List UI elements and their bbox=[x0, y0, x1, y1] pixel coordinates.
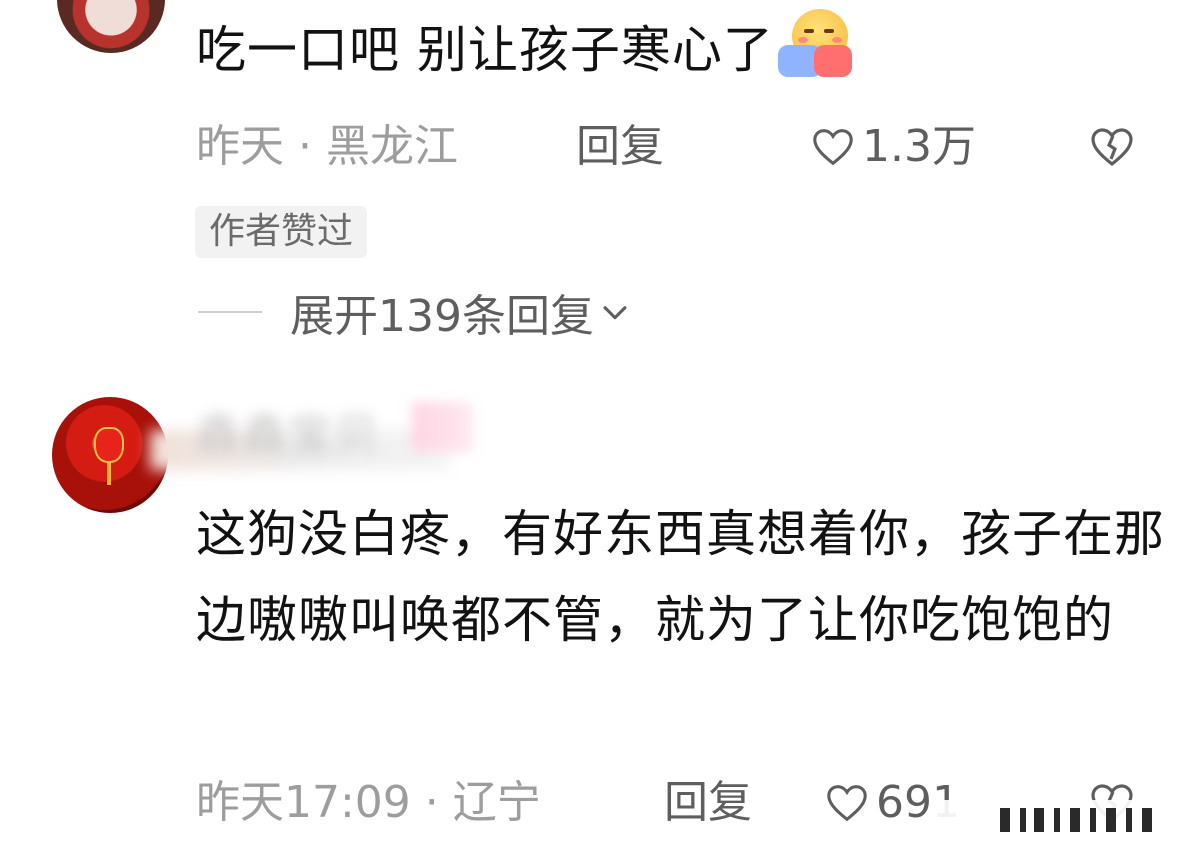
like-button[interactable]: 1.3万 bbox=[810, 117, 976, 177]
broken-heart-icon[interactable] bbox=[1088, 123, 1136, 171]
comment-text: 吃一口吧 别让孩子寒心了 bbox=[196, 5, 852, 93]
comment-date-location: 昨天17:09 · 辽宁 bbox=[196, 777, 541, 828]
user-avatar[interactable] bbox=[57, 0, 165, 53]
comment-meta: 昨天17:09 · 辽宁 回复 691 bbox=[196, 773, 1133, 833]
comment-body: 吃一口吧 别让孩子寒心了 bbox=[196, 21, 774, 79]
reply-button[interactable]: 回复 bbox=[664, 773, 752, 833]
comment-date-location: 昨天 · 黑龙江 bbox=[196, 121, 458, 172]
like-count: 1.3万 bbox=[862, 121, 976, 172]
lantern-image bbox=[94, 427, 124, 463]
expand-replies-button[interactable]: 展开139条回复 bbox=[198, 282, 632, 342]
reply-button[interactable]: 回复 bbox=[576, 117, 664, 177]
comment-page: 吃一口吧 别让孩子寒心了 昨天 · 黑龙江 回复 1.3万 作者赞过 展开139… bbox=[0, 0, 1200, 853]
heart-outline-icon bbox=[813, 129, 853, 166]
expand-replies-label: 展开139条回复 bbox=[290, 291, 594, 342]
hugging-face-icon bbox=[777, 5, 852, 79]
heart-outline-icon bbox=[827, 785, 867, 822]
username-sticker bbox=[412, 402, 472, 452]
comment-meta: 昨天 · 黑龙江 回复 1.3万 bbox=[196, 117, 1133, 177]
username[interactable]: 鑫鑫宝贝 bbox=[196, 398, 380, 462]
comment-text: 这狗没白疼，有好东西真想着你，孩子在那边嗷嗷叫唤都不管，就为了让你吃饱饱的 bbox=[196, 505, 1165, 649]
watermark bbox=[930, 800, 1180, 840]
author-liked-badge: 作者赞过 bbox=[195, 206, 368, 258]
chevron-down-icon bbox=[603, 306, 627, 320]
divider bbox=[198, 311, 262, 313]
